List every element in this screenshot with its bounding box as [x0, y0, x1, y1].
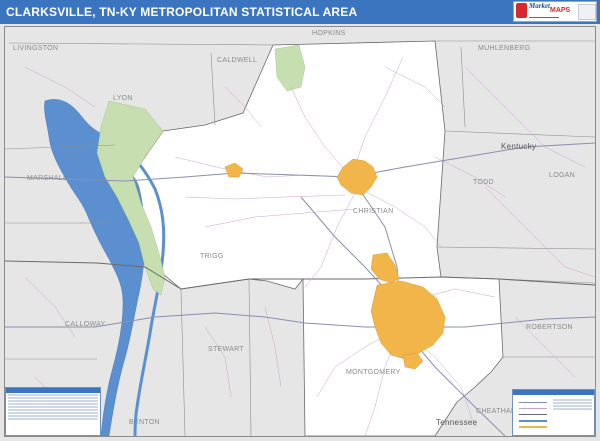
legend-row: [8, 406, 98, 408]
legend-boundary-swatch: [519, 414, 547, 415]
legend-row: [8, 415, 98, 417]
label-logan: LOGAN: [549, 172, 576, 179]
legend-header-bar: [513, 390, 594, 395]
label-cheatham: CHEATHAM: [476, 408, 518, 415]
legend-urban-swatch: [519, 426, 547, 428]
market-maps-logo: Market MAPS ▬▬▬▬▬▬▬▬▬▬: [513, 1, 597, 22]
label-hopkins: HOPKINS: [312, 30, 346, 37]
map-page: CLARKSVILLE, TN-KY METROPOLITAN STATISTI…: [0, 0, 600, 441]
label-livingston: LIVINGSTON: [13, 45, 59, 52]
label-lyon: LYON: [113, 95, 133, 102]
logo-wordmark: Market: [529, 2, 550, 10]
legend-row: [553, 399, 592, 401]
legend-highway-swatch: [519, 402, 547, 403]
map-title: CLARKSVILLE, TN-KY METROPOLITAN STATISTI…: [6, 5, 358, 19]
label-todd: TODD: [473, 179, 494, 186]
legend-header-bar: [6, 388, 100, 393]
legend-row: [553, 405, 592, 407]
title-bar: CLARKSVILLE, TN-KY METROPOLITAN STATISTI…: [0, 0, 600, 24]
label-caldwell: CALDWELL: [217, 57, 258, 64]
logo-wordmark-maps: MAPS: [550, 7, 571, 14]
legend-row: [8, 397, 98, 399]
logo-tagline-decoration: ▬▬▬▬▬▬▬▬▬▬: [529, 15, 559, 19]
map-svg: [5, 40, 595, 436]
label-benton: BENTON: [129, 419, 160, 426]
map-symbol-legend: [512, 389, 595, 436]
logo-m-icon: [516, 3, 527, 18]
legend-row: [8, 394, 98, 396]
legend-row: [8, 412, 98, 414]
legend-row: [553, 402, 592, 404]
label-calloway: CALLOWAY: [65, 321, 106, 328]
legend-row: [8, 403, 98, 405]
legend-road-swatch: [519, 408, 547, 409]
label-christian: CHRISTIAN: [353, 208, 394, 215]
label-montgomery: MONTGOMERY: [346, 369, 401, 376]
msa-region: [124, 40, 504, 436]
label-stewart: STEWART: [208, 346, 244, 353]
legend-row: [8, 400, 98, 402]
label-trigg: TRIGG: [200, 253, 224, 260]
legend-row: [8, 409, 98, 411]
label-tennessee: Tennessee: [436, 418, 478, 427]
legend-row: [8, 418, 98, 420]
map-canvas[interactable]: LIVINGSTON CALDWELL HOPKINS MUHLENBERG L…: [4, 26, 596, 437]
label-marshall: MARSHALL: [27, 175, 68, 182]
legend-row: [553, 408, 592, 410]
label-robertson: ROBERTSON: [526, 324, 573, 331]
zip-code-index-legend: [5, 387, 101, 436]
label-kentucky: Kentucky: [501, 142, 537, 151]
label-muhlenberg: MUHLENBERG: [478, 45, 531, 52]
logo-stamp-icon: [578, 4, 596, 20]
legend-water-swatch: [519, 420, 547, 422]
